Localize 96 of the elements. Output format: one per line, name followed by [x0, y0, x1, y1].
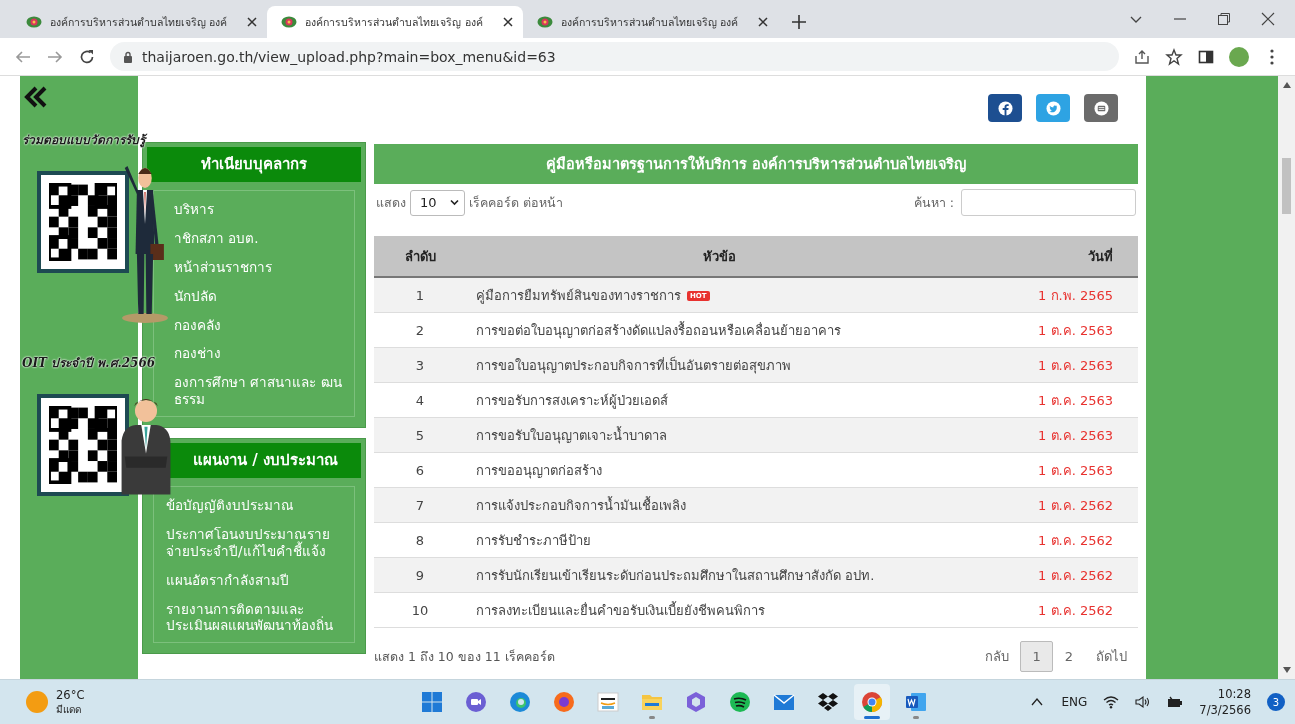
flower-icon — [26, 16, 42, 28]
restore-icon[interactable] — [1217, 12, 1231, 26]
bird-icon — [1045, 100, 1061, 116]
url-text: thaijaroen.go.th/view_upload.php?main=box_menu&id=63 — [142, 48, 556, 65]
table-cell: 10 — [374, 592, 466, 628]
table-cell: 6 — [374, 452, 466, 488]
scroll-up-icon[interactable] — [1282, 82, 1291, 88]
table-cell: 1 — [374, 277, 466, 313]
close-icon[interactable] — [758, 17, 769, 27]
running-indicator — [913, 716, 919, 719]
scrollbar-thumb[interactable] — [1282, 158, 1291, 214]
table-cell: 2 — [374, 312, 466, 348]
battery-icon[interactable] — [1167, 695, 1184, 709]
document-icon — [904, 690, 928, 714]
table-cell: 7 — [374, 487, 466, 523]
table-info: แสดง 1 ถึง 10 ของ 11 เร็คคอร์ด — [374, 647, 555, 666]
next-button[interactable]: ถัดไป — [1085, 638, 1138, 675]
windows-logo-icon — [420, 690, 444, 714]
box-icon — [816, 690, 840, 714]
music-icon — [728, 690, 752, 714]
table-cell: 9 — [374, 557, 466, 593]
length-label: แสดง — [376, 193, 406, 212]
browser-icon — [508, 690, 532, 714]
reload-icon[interactable] — [78, 47, 96, 66]
close-icon[interactable] — [247, 17, 258, 27]
wifi-icon[interactable] — [1103, 695, 1120, 709]
close-icon[interactable] — [502, 17, 513, 27]
document-link[interactable]: การแจ้งประกอบกิจการน้ำมันเชื้อเพลิง — [476, 497, 686, 513]
plus-icon[interactable] — [792, 15, 807, 29]
speaker-icon[interactable] — [1135, 695, 1152, 709]
browser-icon — [860, 690, 884, 714]
avatar[interactable] — [1229, 46, 1249, 67]
running-indicator — [649, 716, 655, 719]
browser-tab[interactable]: องค์การบริหารส่วนตำบลไทยเจริญ องค์ — [12, 6, 268, 38]
table-cell: 1 ต.ค. 2563 — [972, 382, 1138, 418]
search-label: ค้นหา : — [913, 193, 954, 212]
column-header: ลำดับ — [374, 236, 466, 277]
temperature-text: 26°C — [56, 687, 85, 702]
browser-icon — [552, 690, 576, 714]
double-chevron-left-icon[interactable] — [24, 86, 48, 108]
browser-tab[interactable]: องค์การบริหารส่วนตำบลไทยเจริญ องค์ — [267, 6, 523, 38]
document-link[interactable]: คู่มือการยืมทรัพย์สินของทางราชการ — [476, 287, 681, 303]
scrollbar[interactable] — [1278, 76, 1295, 679]
facebook-icon — [997, 100, 1013, 116]
table-cell: 3 — [374, 347, 466, 383]
clock-date[interactable]: 7/3/2566 — [1199, 703, 1251, 717]
table-cell: 1 ต.ค. 2563 — [972, 452, 1138, 488]
language-indicator[interactable]: ENG — [1061, 695, 1088, 709]
running-indicator — [864, 716, 880, 719]
table-cell: 8 — [374, 522, 466, 558]
lock-icon — [122, 50, 134, 63]
menu-heading: ทำเนียบบุคลากร — [147, 147, 361, 182]
store-icon — [596, 690, 620, 714]
address-bar[interactable]: thaijaroen.go.th/view_upload.php?main=box_menu&id=63 — [110, 42, 1119, 71]
previous-button[interactable]: กลับ — [974, 638, 1021, 675]
table-cell: 1 ต.ค. 2563 — [972, 417, 1138, 453]
document-link[interactable]: การขออนุญาตก่อสร้าง — [476, 462, 602, 478]
table-cell: 1 ก.พ. 2565 — [972, 277, 1138, 313]
column-header: หัวข้อ — [466, 236, 972, 277]
star-icon[interactable] — [1165, 47, 1183, 66]
document-link[interactable]: การขอต่อใบอนุญาตก่อสร้างดัดแปลงรื้อถอนหรือเคลื่อนย้ายอาคาร — [476, 322, 841, 338]
column-header: วันที่ — [972, 236, 1138, 277]
share-button[interactable] — [1084, 94, 1118, 122]
table-cell: 1 ต.ค. 2562 — [972, 487, 1138, 523]
qr-code[interactable] — [37, 171, 129, 273]
scroll-down-icon[interactable] — [1282, 667, 1291, 673]
document-link[interactable]: การขอรับการสงเคราะห์ผู้ป่วยเอดส์ — [476, 392, 668, 408]
table-cell: 1 ต.ค. 2563 — [972, 347, 1138, 383]
qr-code[interactable] — [37, 394, 129, 496]
length-label: เร็คคอร์ด ต่อหน้า — [469, 193, 563, 212]
document-link[interactable]: การลงทะเบียนและยื่นคำขอรับเงินเบี้ยยังชีพคนพิการ — [476, 602, 765, 618]
document-link[interactable]: การขอรับใบอนุญาตเจาะน้ำบาดาล — [476, 427, 667, 443]
clock-time[interactable]: 10:28 — [1217, 687, 1251, 701]
chevron-down-icon — [450, 199, 459, 206]
video-chat-icon — [464, 690, 488, 714]
search-field[interactable] — [961, 189, 1136, 216]
table-cell: 1 ต.ค. 2562 — [972, 522, 1138, 558]
table-cell: 1 ต.ค. 2562 — [972, 557, 1138, 593]
page-size-select[interactable]: 10 — [410, 189, 465, 216]
page-button[interactable]: 1 — [1020, 641, 1053, 672]
weather-text: มีแดด — [56, 702, 82, 717]
close-icon[interactable] — [1261, 12, 1275, 26]
table-cell: 1 ต.ค. 2563 — [972, 312, 1138, 348]
share-button[interactable] — [988, 94, 1022, 122]
flower-icon — [281, 16, 298, 28]
table-title: คู่มือหรือมาตรฐานการให้บริการ องค์การบริหารส่วนตำบลไทยเจริญ — [374, 144, 1138, 184]
table-cell: 4 — [374, 382, 466, 418]
table-cell: 1 ต.ค. 2562 — [972, 592, 1138, 628]
notification-badge[interactable]: 3 — [1267, 693, 1285, 711]
hexagon-icon — [684, 690, 708, 714]
mail-icon — [1093, 100, 1109, 116]
document-link[interactable]: การรับชำระภาษีป้าย — [476, 532, 591, 548]
browser-tab[interactable]: องค์การบริหารส่วนตำบลไทยเจริญ องค์ — [522, 6, 779, 38]
table-cell: 5 — [374, 417, 466, 453]
page-button[interactable]: 2 — [1052, 641, 1085, 672]
flower-icon — [536, 16, 553, 28]
